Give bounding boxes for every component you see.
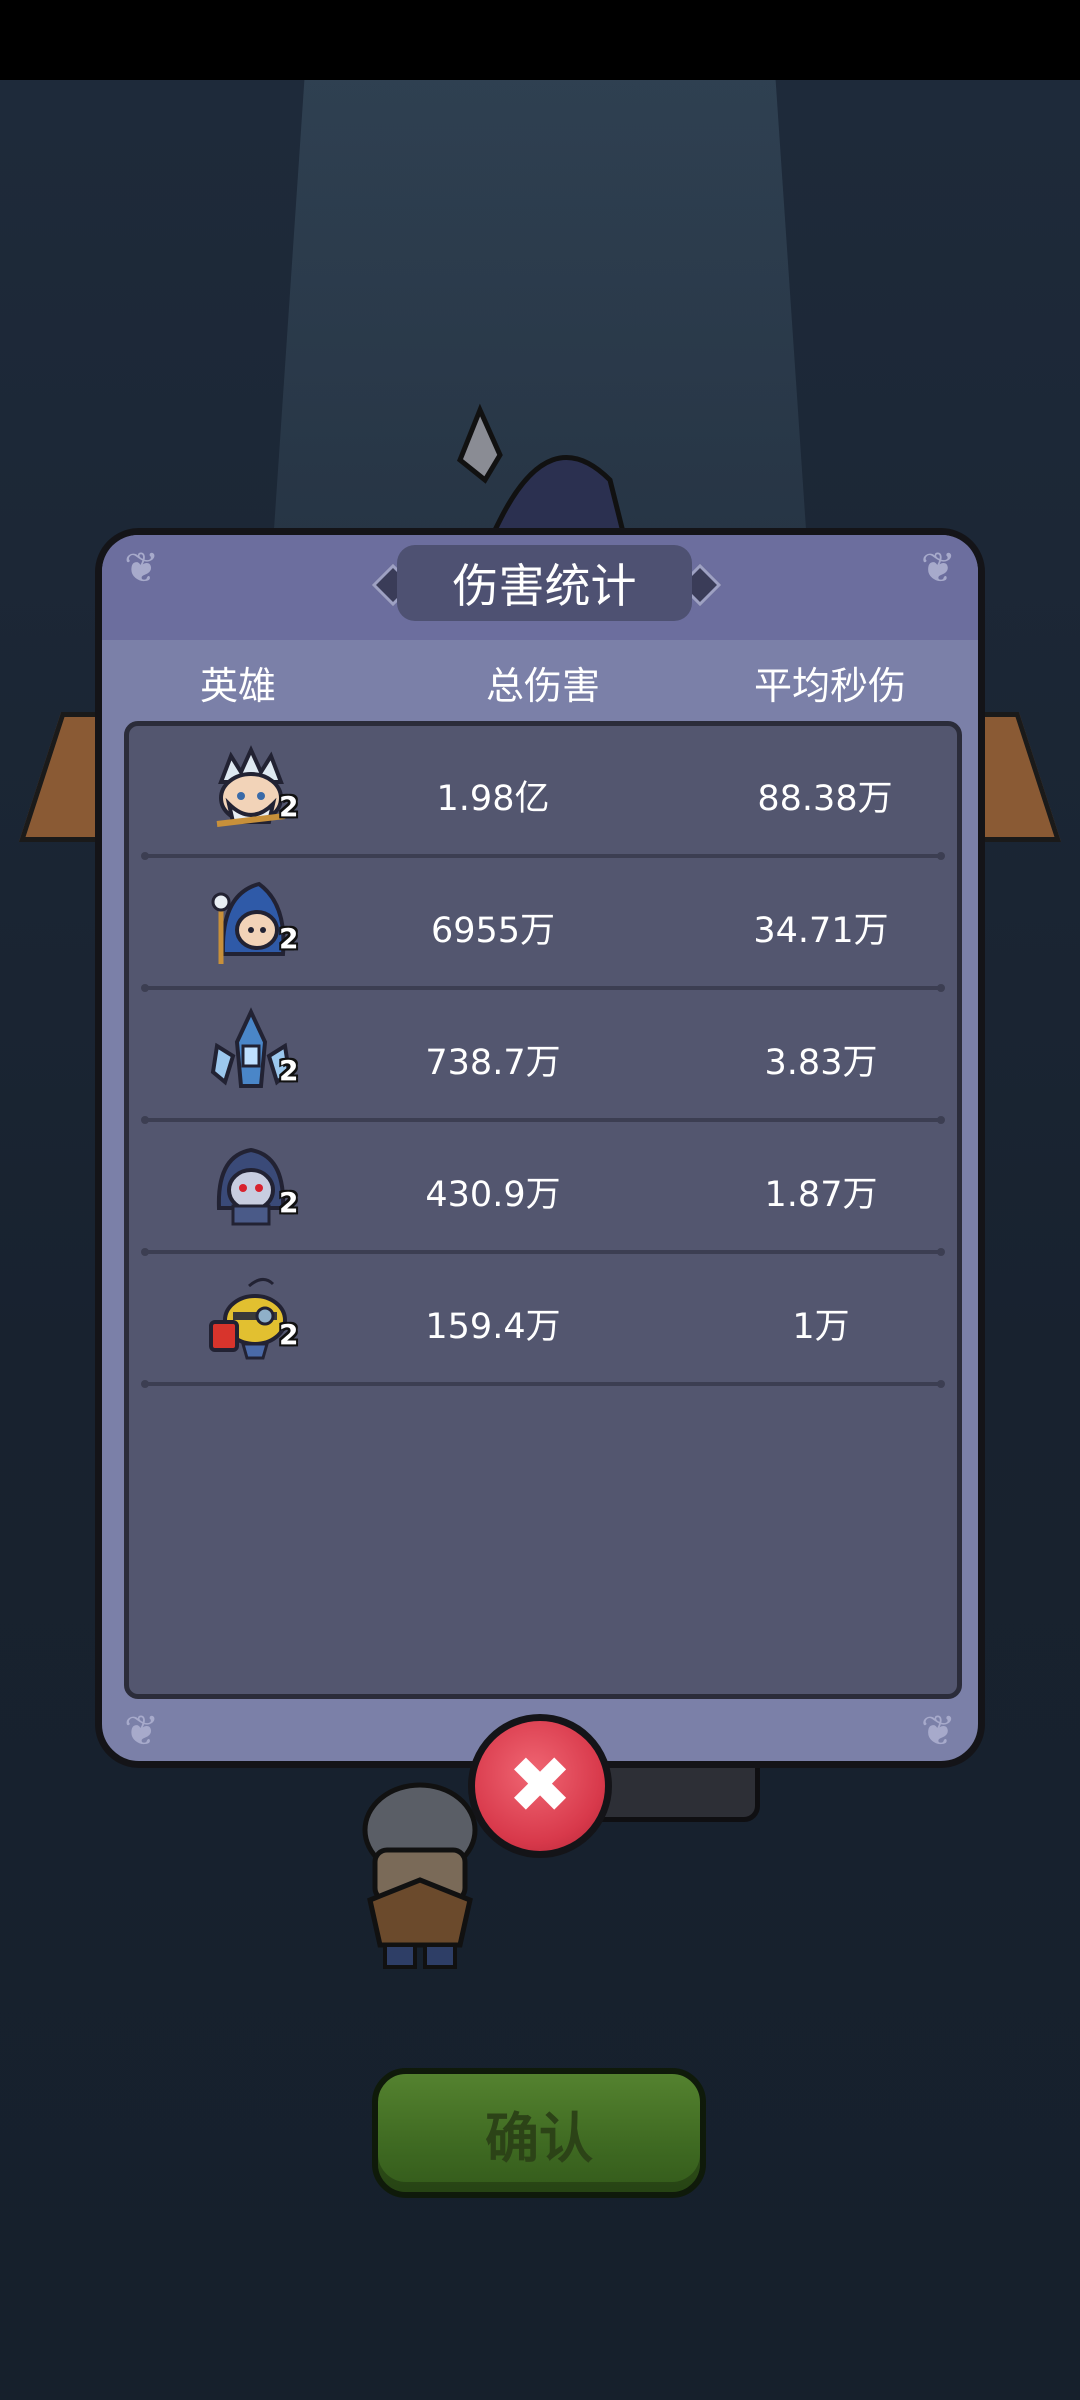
status-bar xyxy=(0,0,1080,80)
corner-ornament-icon: ❦ xyxy=(920,1706,956,1755)
column-header-total-damage: 总伤害 xyxy=(486,664,601,708)
star-level-badge: 2 xyxy=(279,922,299,955)
row-divider xyxy=(141,1380,945,1388)
close-button[interactable]: ✖ xyxy=(468,1714,612,1858)
total-damage-value: 159.4万 xyxy=(425,1307,561,1347)
corner-ornament-icon: ❦ xyxy=(124,1706,160,1755)
damage-list: 2 1.98亿 88.38万 2 6955万 34.71万 2 738.7万 3… xyxy=(124,721,962,1699)
star-level-badge: 2 xyxy=(279,1186,299,1219)
damage-stats-dialog: ❦ ❦ ❦ ❦ 伤害统计 英雄 总伤害 平均秒伤 2 1.98亿 88.38万 xyxy=(95,528,985,1768)
star-level-badge: 2 xyxy=(279,1054,299,1087)
dps-value: 34.71万 xyxy=(753,911,889,951)
star-level-badge: 2 xyxy=(279,790,299,823)
corner-ornament-icon: ❦ xyxy=(920,543,956,592)
total-damage-value: 430.9万 xyxy=(425,1175,561,1215)
confirm-button[interactable]: 确认 xyxy=(372,2068,706,2198)
dps-value: 1万 xyxy=(792,1307,850,1347)
total-damage-value: 738.7万 xyxy=(425,1043,561,1083)
table-row: 2 430.9万 1.87万 xyxy=(129,1122,957,1256)
total-damage-value: 1.98亿 xyxy=(436,779,550,819)
corner-ornament-icon: ❦ xyxy=(124,543,160,592)
total-damage-value: 6955万 xyxy=(430,911,556,951)
dps-value: 88.38万 xyxy=(757,779,893,819)
dps-value: 1.87万 xyxy=(764,1175,878,1215)
column-header-hero: 英雄 xyxy=(200,664,277,708)
dps-value: 3.83万 xyxy=(764,1043,878,1083)
table-row: 2 1.98亿 88.38万 xyxy=(129,726,957,860)
table-row: 2 159.4万 1万 xyxy=(129,1254,957,1388)
dialog-title: 伤害统计 xyxy=(397,545,692,621)
close-x-icon: ✖ xyxy=(507,1741,573,1831)
star-level-badge: 2 xyxy=(279,1318,299,1351)
column-header-dps: 平均秒伤 xyxy=(754,664,907,708)
table-row: 2 738.7万 3.83万 xyxy=(129,990,957,1124)
table-row: 2 6955万 34.71万 xyxy=(129,858,957,992)
